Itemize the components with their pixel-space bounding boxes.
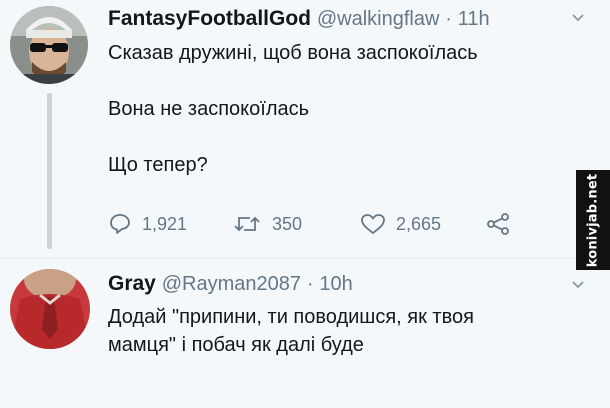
retweet-button[interactable]: 350: [232, 212, 302, 236]
thread-connector: [47, 93, 52, 249]
chevron-down-icon[interactable]: [572, 279, 584, 291]
separator: ·: [445, 8, 452, 30]
timestamp[interactable]: 10h: [319, 273, 352, 295]
timestamp[interactable]: 11h: [458, 8, 490, 30]
watermark-text: konivjab.net: [585, 173, 601, 267]
tweet-main[interactable]: FantasyFootballGod @walkingflaw · 11h Ск…: [0, 0, 610, 258]
reply-button[interactable]: 1,921: [108, 212, 187, 236]
tweet-text-line-1: Додай "припини, ти поводишся, як твоя: [108, 306, 474, 328]
share-button[interactable]: [486, 212, 510, 236]
tweet-text-line-2: мамця" і побач як далі буде: [108, 334, 364, 356]
retweet-count: 350: [272, 213, 303, 234]
chevron-down-icon[interactable]: [572, 12, 584, 24]
tweet-header: Gray @Rayman2087 · 10h: [108, 271, 353, 297]
avatar[interactable]: [10, 6, 88, 84]
display-name[interactable]: Gray: [108, 272, 156, 295]
tweet-text-line-3: Що тепер?: [108, 154, 208, 176]
avatar-image: [10, 6, 88, 84]
separator: ·: [306, 273, 314, 295]
watermark: konivjab.net: [576, 170, 610, 270]
handle[interactable]: @Rayman2087: [162, 273, 301, 295]
like-count: 2,665: [396, 213, 442, 234]
tweet-reply[interactable]: Gray @Rayman2087 · 10h Додай "припини, т…: [0, 259, 610, 408]
heart-icon: [361, 214, 385, 234]
tweet-text-line-2: Вона не заспокоїлась: [108, 98, 310, 120]
share-icon: [487, 213, 509, 235]
like-button[interactable]: 2,665: [360, 212, 441, 236]
reply-count: 1,921: [142, 213, 188, 234]
retweet-icon: [234, 216, 260, 232]
display-name[interactable]: FantasyFootballGod: [108, 7, 311, 30]
avatar-image: [10, 269, 90, 349]
tweet-text-line-1: Сказав дружині, щоб вона заспокоїлась: [108, 42, 478, 64]
reply-icon: [110, 214, 130, 234]
tweet-header: FantasyFootballGod @walkingflaw · 11h: [108, 6, 490, 32]
handle[interactable]: @walkingflaw: [317, 8, 440, 30]
avatar[interactable]: [10, 269, 90, 349]
